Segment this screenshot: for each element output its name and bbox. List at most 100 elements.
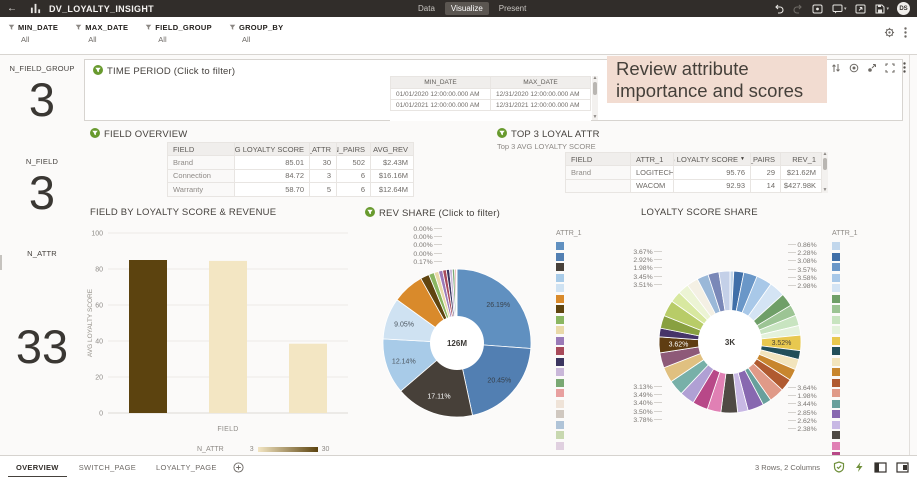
bar-brand[interactable]: [129, 260, 167, 413]
column-header[interactable]: AVG LOYALTY SCORE▼: [674, 153, 751, 166]
legend-swatch[interactable]: [832, 284, 840, 292]
filter-settings-gear-icon[interactable]: [884, 25, 895, 43]
sort-icon[interactable]: [831, 63, 841, 73]
column-header[interactable]: MIN_DATE: [391, 77, 491, 89]
table-row[interactable]: WACOM92.9314$427.98K: [566, 180, 822, 194]
back-icon[interactable]: ←: [7, 4, 17, 14]
legend-swatch[interactable]: [832, 410, 840, 418]
drill-icon[interactable]: [867, 63, 877, 73]
column-header[interactable]: ATTR_1: [631, 153, 674, 166]
legend-swatch[interactable]: [556, 400, 564, 408]
kpi-value-tile[interactable]: 3: [0, 76, 84, 123]
legend-swatch[interactable]: [556, 253, 564, 261]
kpi-value-tile[interactable]: 33: [0, 323, 84, 370]
table-row[interactable]: Warranty58.7056$12.64M: [168, 183, 414, 197]
filter-bar-menu-icon[interactable]: [904, 25, 907, 43]
mode-tab-present[interactable]: Present: [493, 2, 533, 15]
page-tab-switch_page[interactable]: SWITCH_PAGE: [69, 456, 146, 477]
layout-panel-left-icon[interactable]: [874, 462, 887, 473]
add-page-icon[interactable]: [233, 462, 244, 473]
legend-swatch[interactable]: [556, 410, 564, 418]
legend-swatch[interactable]: [832, 326, 840, 334]
legend-swatch[interactable]: [556, 274, 564, 282]
legend-swatch[interactable]: [832, 442, 840, 450]
legend-swatch[interactable]: [556, 421, 564, 429]
filter-field_group[interactable]: FIELD_GROUPAll: [145, 23, 212, 44]
column-header[interactable]: FIELD: [168, 143, 235, 156]
column-header[interactable]: REV_1: [781, 153, 822, 166]
undo-icon[interactable]: [774, 4, 784, 14]
viz-menu-icon[interactable]: [903, 62, 906, 73]
column-header[interactable]: AVG_REV: [371, 143, 414, 156]
legend-swatch[interactable]: [556, 337, 564, 345]
legend-swatch[interactable]: [556, 389, 564, 397]
column-header[interactable]: MAX_DATE: [491, 77, 591, 89]
legend-swatch[interactable]: [556, 242, 564, 250]
avatar[interactable]: DS: [897, 2, 910, 15]
quality-badge-icon[interactable]: [833, 461, 845, 473]
legend-swatch[interactable]: [832, 358, 840, 366]
mode-tab-visualize[interactable]: Visualize: [445, 2, 489, 15]
legend-swatch[interactable]: [556, 295, 564, 303]
table-row[interactable]: Brand85.0130502$2.43M: [168, 156, 414, 170]
legend-swatch[interactable]: [832, 295, 840, 303]
legend-swatch[interactable]: [832, 305, 840, 313]
legend-swatch[interactable]: [832, 368, 840, 376]
column-header[interactable]: N_PAIRS: [751, 153, 781, 166]
column-header[interactable]: N_PAIRS: [337, 143, 371, 156]
legend-swatch[interactable]: [832, 242, 840, 250]
legend-swatch[interactable]: [556, 368, 564, 376]
bar-warranty[interactable]: [289, 344, 327, 413]
legend-swatch[interactable]: [832, 316, 840, 324]
legend-swatch[interactable]: [832, 421, 840, 429]
legend-swatch[interactable]: [556, 326, 564, 334]
legend-swatch[interactable]: [832, 274, 840, 282]
page-tab-overview[interactable]: OVERVIEW: [6, 456, 69, 477]
legend-swatch[interactable]: [832, 452, 840, 455]
scrollbar[interactable]: ▲ ▼: [592, 76, 598, 120]
legend-swatch[interactable]: [832, 263, 840, 271]
export-icon[interactable]: [855, 4, 866, 14]
legend-swatch[interactable]: [832, 253, 840, 261]
filter-max_date[interactable]: MAX_DATEAll: [75, 23, 128, 44]
legend-swatch[interactable]: [556, 305, 564, 313]
legend-swatch[interactable]: [556, 284, 564, 292]
insights-spark-icon[interactable]: [854, 461, 865, 473]
filter-min_date[interactable]: MIN_DATEAll: [8, 23, 58, 44]
redo-icon[interactable]: [793, 4, 803, 14]
column-header[interactable]: AVG LOYALTY SCORE: [235, 143, 310, 156]
notes-icon[interactable]: ▾: [832, 4, 847, 14]
legend-swatch[interactable]: [832, 347, 840, 355]
mode-tab-data[interactable]: Data: [412, 2, 441, 15]
maximize-icon[interactable]: [885, 63, 895, 73]
table-row[interactable]: 01/01/2020 12:00:00.000 AM12/31/2020 12:…: [391, 89, 591, 100]
legend-swatch[interactable]: [832, 337, 840, 345]
save-icon[interactable]: ▾: [875, 4, 889, 14]
scrollbar[interactable]: ▲ ▼: [822, 152, 828, 193]
page-tab-loyalty_page[interactable]: LOYALTY_PAGE: [146, 456, 227, 477]
legend-swatch[interactable]: [832, 431, 840, 439]
legend-swatch[interactable]: [556, 316, 564, 324]
table-row[interactable]: 01/01/2021 12:00:00.000 AM12/31/2021 12:…: [391, 100, 591, 111]
legend-swatch[interactable]: [556, 263, 564, 271]
legend-swatch[interactable]: [556, 358, 564, 366]
legend-swatch[interactable]: [556, 379, 564, 387]
filter-group_by[interactable]: GROUP_BYAll: [229, 23, 284, 44]
column-header[interactable]: FIELD: [566, 153, 631, 166]
table-row[interactable]: Connection84.7236$16.16M: [168, 170, 414, 184]
legend-swatch[interactable]: [832, 379, 840, 387]
legend-swatch[interactable]: [832, 389, 840, 397]
kpi-value-tile[interactable]: 3: [0, 169, 84, 216]
table-row[interactable]: BrandLOGITECH95.7629$21.62M: [566, 166, 822, 180]
layout-panel-right-icon[interactable]: [896, 462, 909, 473]
legend-swatch[interactable]: [832, 400, 840, 408]
target-icon[interactable]: [849, 63, 859, 73]
preview-icon[interactable]: [812, 4, 823, 14]
bar-connection[interactable]: [209, 261, 247, 413]
legend-swatch[interactable]: [556, 442, 564, 450]
legend-swatch[interactable]: [556, 431, 564, 439]
column-header[interactable]: N_ATTR: [310, 143, 337, 156]
legend-swatch[interactable]: [556, 347, 564, 355]
legend-title: ATTR_1: [556, 230, 582, 237]
annotation-note[interactable]: Review attribute importance and scores: [607, 56, 827, 103]
